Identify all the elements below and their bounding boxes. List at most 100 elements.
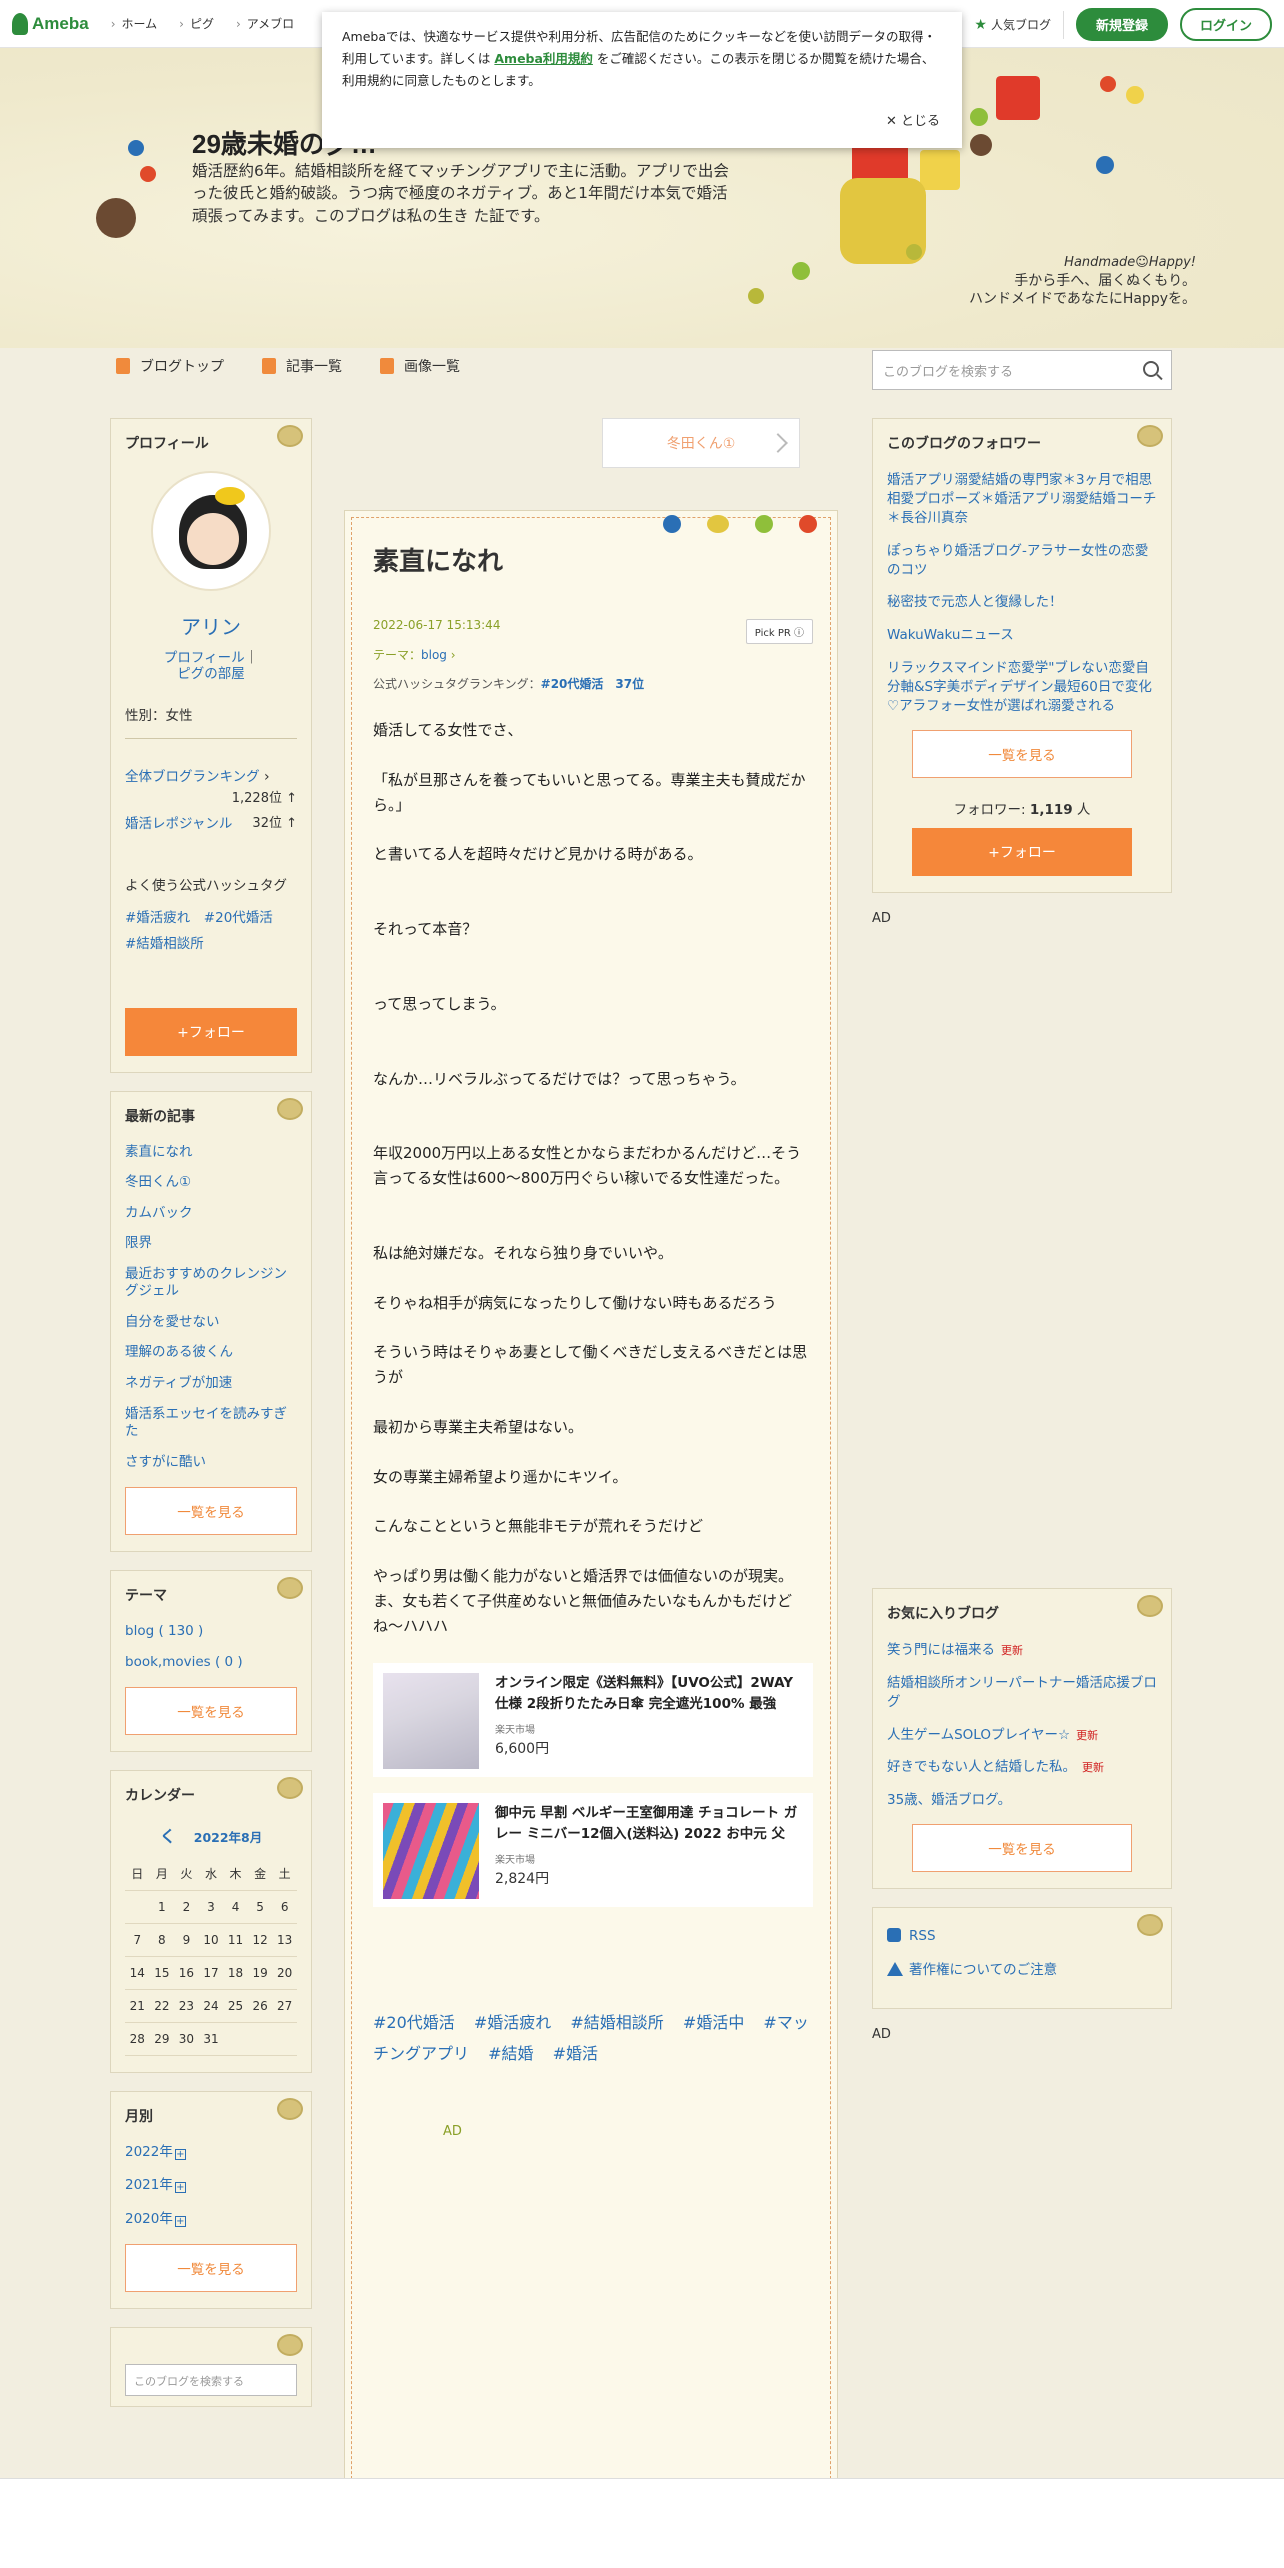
hashtag-link[interactable]: #婚活疲れ [474, 2013, 551, 2032]
follower-item[interactable]: 婚活アプリ溺愛結婚の専門家＊3ヶ月で相思相愛プロポーズ＊婚活アプリ溺愛結婚コーチ… [887, 471, 1157, 528]
favorite-item[interactable]: 好きでもない人と結婚した私。 更新 [887, 1758, 1157, 1777]
plus-icon: + [174, 2182, 186, 2194]
calendar-table: 日月火水木金土 1 2 3 4 5 6 7 8 9 10 11 12 13 14 15 16 17 18 19 20 21… [125, 1857, 297, 2056]
recent-more-button[interactable]: 一覧を見る [125, 1487, 297, 1536]
calendar-day-header: 金 [247, 1857, 273, 1891]
theme-more-button[interactable]: 一覧を見る [125, 1687, 297, 1736]
hashtag-link[interactable]: #結婚相談所 [570, 2013, 663, 2032]
theme-link[interactable]: blog [421, 648, 447, 662]
login-button[interactable]: ログイン [1179, 8, 1272, 41]
favorites-heading: お気に入りブログ [887, 1605, 999, 1622]
nav-ameblo[interactable]: アメブロ [236, 15, 294, 32]
warning-icon [887, 1962, 903, 1977]
terms-link[interactable]: Ameba利用規約 [494, 51, 593, 66]
recent-item[interactable]: 自分を愛せない [125, 1314, 220, 1330]
mini-search-input[interactable]: このブログを検索する [125, 2364, 297, 2397]
follow-button-right[interactable]: +フォロー [912, 827, 1132, 876]
calendar-day [247, 2022, 273, 2056]
overall-ranking-link[interactable]: 全体ブログランキング [125, 769, 260, 785]
monthly-more-button[interactable]: 一覧を見る [125, 2244, 297, 2293]
calendar-day: 25 [223, 1989, 248, 2023]
follower-item[interactable]: WakuWakuニュース [887, 626, 1157, 645]
blog-search-input[interactable]: このブログを検索する [872, 350, 1172, 390]
copyright-link[interactable]: 著作権についてのご注意 [887, 1958, 1157, 1978]
calendar-prev-button[interactable]: く [160, 1827, 176, 1846]
hashtag-link[interactable]: #婚活 [553, 2044, 598, 2063]
monthly-heading: 月別 [125, 2108, 153, 2125]
recent-item[interactable]: カムバック [125, 1205, 193, 1221]
calendar-day: 6 [272, 1890, 297, 1924]
recent-item[interactable]: 最近おすすめのクレンジングジェル [125, 1266, 287, 1300]
pig-room-link[interactable]: ピグの部屋 [177, 666, 245, 682]
avatar[interactable] [151, 471, 271, 591]
button-decoration [1100, 76, 1116, 92]
cookie-notice: Amebaでは、快適なサービス提供や利用分析、広告配信のためにクッキーなどを使い… [322, 12, 962, 148]
recent-item[interactable]: 理解のある彼くん [125, 1344, 233, 1360]
nav-blog-top[interactable]: ブログトップ [116, 356, 224, 376]
article-paragraph: 年収2000万円以上ある女性とかならまだわかるんだけど…そう言ってる女性は600… [373, 1144, 802, 1187]
article-paragraph: 最初から専業主夫希望はない。 [373, 1417, 584, 1436]
calendar-day: 13 [272, 1923, 297, 1957]
cookie-close-button[interactable]: ✕ とじる [886, 111, 940, 134]
favorite-item[interactable]: 笑う門には福来る 更新 [887, 1641, 1157, 1660]
follower-item[interactable]: 秘密技で元恋人と復縁した！ [887, 593, 1157, 612]
favorites-more-button[interactable]: 一覧を見る [912, 1824, 1132, 1873]
recent-item[interactable]: 冬田くん① [125, 1174, 191, 1190]
hashtag-link[interactable]: #婚活中 [683, 2013, 744, 2032]
calendar-day [223, 2022, 248, 2056]
profile-name[interactable]: アリン [125, 611, 297, 640]
month-item[interactable]: 2020年 + [125, 2211, 297, 2229]
theme-item[interactable]: book,movies ( 0 ) [125, 1654, 243, 1670]
button-decoration-icon [755, 515, 773, 533]
rss-link[interactable]: RSS [887, 1928, 1157, 1944]
month-item[interactable]: 2021年 + [125, 2177, 297, 2195]
calendar-month: 2022年8月 [193, 1830, 263, 1846]
pick-pr-button[interactable]: Pick PR ⓘ [745, 619, 813, 644]
hashtag-list[interactable]: #婚活疲れ #20代婚活 #結婚相談所 [125, 910, 286, 952]
favorite-item[interactable]: 結婚相談所オンリーパートナー婚活応援ブログ [887, 1674, 1157, 1712]
next-article-button[interactable]: 冬田くん① [602, 418, 800, 468]
month-item[interactable]: 2022年 + [125, 2144, 297, 2162]
hashtag-ranking-link[interactable]: #20代婚活 37位 [541, 677, 644, 691]
calendar-heading: カレンダー [125, 1788, 195, 1805]
button-decoration [970, 108, 988, 126]
button-decoration [1096, 156, 1114, 174]
calendar-day: 30 [174, 2022, 199, 2056]
theme-item[interactable]: blog ( 130 ) [125, 1623, 203, 1639]
calendar-day: 15 [149, 1956, 175, 1990]
ameba-logo[interactable]: Ameba [12, 12, 89, 35]
product-card[interactable]: 御中元 早割 ベルギー王室御用達 チョコレート ガレー ミニバー12個入(送料込… [373, 1793, 813, 1908]
calendar-day: 5 [247, 1890, 273, 1924]
favorite-item[interactable]: 人生ゲームSOLOプレイヤー☆ 更新 [887, 1726, 1157, 1745]
calendar-day: 14 [125, 1956, 150, 1990]
article-title[interactable]: 素直になれ [373, 541, 813, 578]
recent-item[interactable]: さすがに酷い [125, 1454, 206, 1470]
recent-item[interactable]: 素直になれ [125, 1144, 193, 1160]
calendar-day: 28 [125, 2022, 150, 2056]
favorite-item[interactable]: 35歳、婚活ブログ。 [887, 1791, 1157, 1810]
product-shop: 楽天市場 [495, 1725, 535, 1737]
recent-item[interactable]: ネガティブが加速 [125, 1375, 232, 1391]
mini-search-box: このブログを検索する [110, 2327, 312, 2408]
recent-item[interactable]: 限界 [125, 1235, 152, 1251]
follower-item[interactable]: リラックスマインド恋愛学"ブレない恋愛自分軸&S字美ボディデザイン最短60日で変… [887, 659, 1157, 716]
followers-more-button[interactable]: 一覧を見る [912, 729, 1132, 778]
profile-link[interactable]: プロフィール [164, 650, 245, 666]
nav-image-list[interactable]: 画像一覧 [380, 356, 460, 376]
button-decoration [1126, 86, 1144, 104]
calendar-day: 21 [125, 1989, 150, 2023]
register-button[interactable]: 新規登録 [1075, 8, 1168, 41]
genre-ranking-link[interactable]: 婚活レポジャンル [125, 812, 232, 832]
hashtag-link[interactable]: #20代婚活 [373, 2013, 455, 2032]
nav-article-list[interactable]: 記事一覧 [262, 356, 342, 376]
product-card[interactable]: オンライン限定《送料無料》【UVO公式】2WAY仕様 2段折りたたみ日傘 完全遮… [373, 1663, 813, 1778]
search-icon[interactable] [1143, 361, 1159, 377]
button-decoration-icon [1137, 1594, 1163, 1617]
popular-blog-link[interactable]: ★ 人気ブログ [974, 16, 1051, 33]
nav-home[interactable]: ホーム [111, 15, 158, 32]
follower-item[interactable]: ぽっちゃり婚活ブログ-アラサー女性の恋愛のコツ [887, 542, 1157, 580]
follow-button[interactable]: +フォロー [125, 1007, 297, 1056]
nav-pig[interactable]: ピグ [179, 15, 214, 32]
hashtag-link[interactable]: #結婚 [488, 2044, 533, 2063]
recent-item[interactable]: 婚活系エッセイを読みすぎた [125, 1406, 287, 1440]
